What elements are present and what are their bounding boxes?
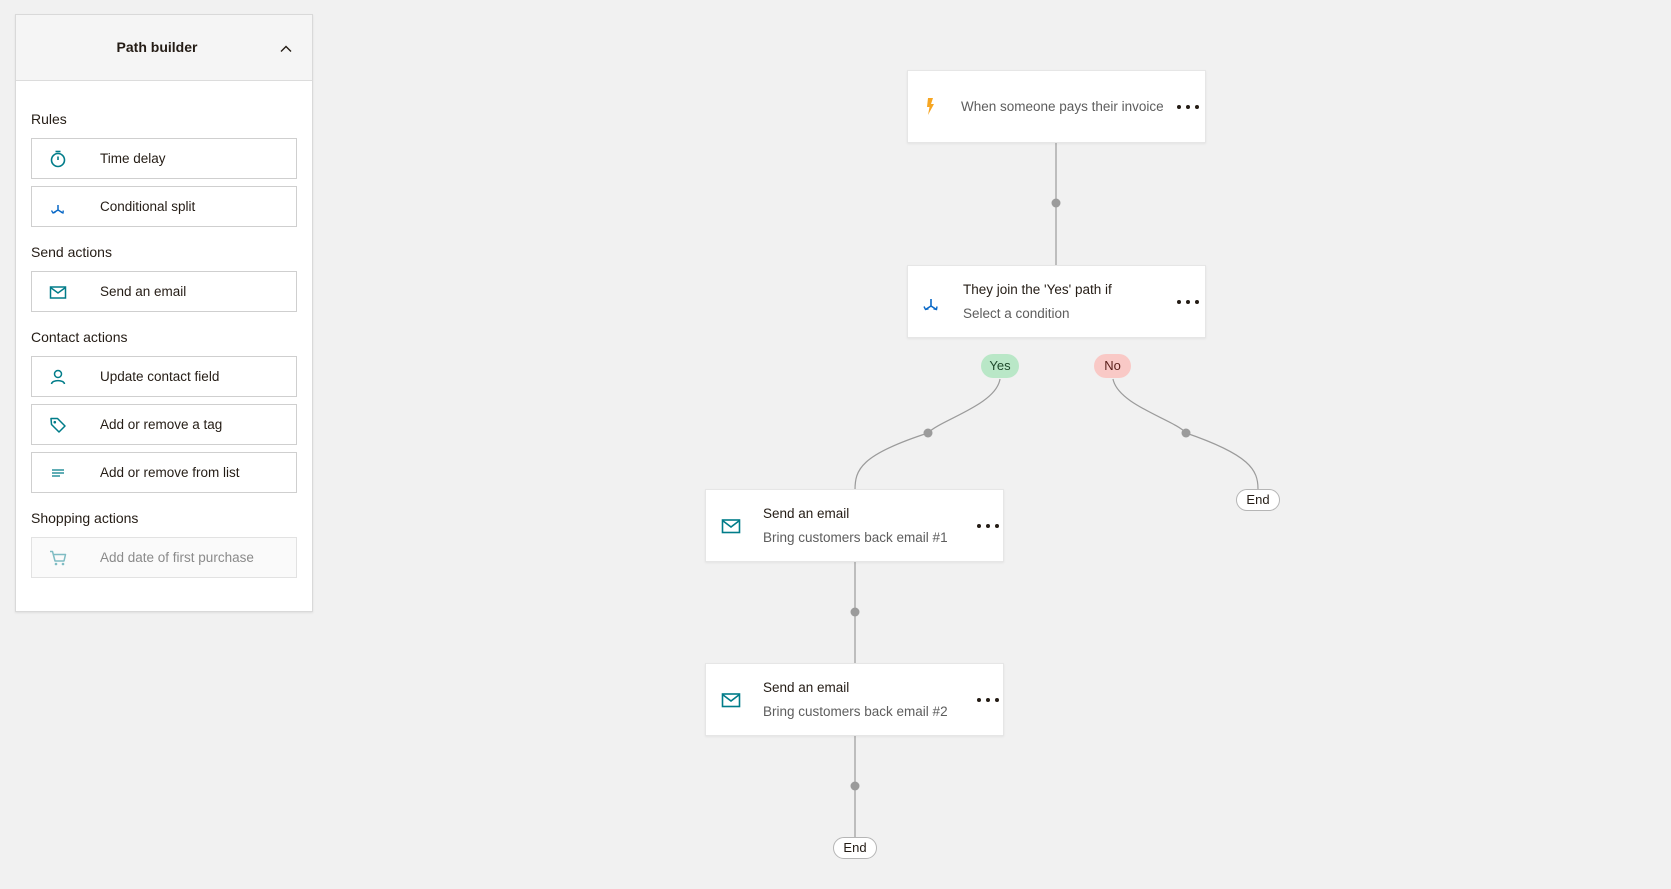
add-step-dot [1181, 428, 1191, 438]
more-options-icon[interactable] [977, 518, 999, 534]
add-step-dot [850, 607, 860, 617]
email-node-title: Send an email [763, 506, 850, 521]
flow-connectors [850, 143, 1259, 838]
envelope-icon [720, 515, 742, 537]
add-step-dot [850, 781, 860, 791]
lightning-icon [920, 95, 942, 117]
more-options-icon[interactable] [1177, 294, 1199, 310]
add-step-dot [1051, 198, 1061, 208]
email-node-title: Send an email [763, 680, 850, 695]
add-step-dot [923, 428, 933, 438]
envelope-icon [720, 689, 742, 711]
split-subtitle[interactable]: Select a condition [963, 306, 1070, 321]
more-options-icon[interactable] [1177, 99, 1199, 115]
more-options-icon[interactable] [977, 692, 999, 708]
flow-canvas: When someone pays their invoice They joi… [0, 0, 1671, 889]
end-badge-no-path: End [1236, 489, 1280, 511]
email-node-subtitle: Bring customers back email #1 [763, 530, 948, 545]
trigger-node[interactable]: When someone pays their invoice [907, 70, 1206, 143]
conditional-split-node[interactable]: They join the 'Yes' path if Select a con… [907, 265, 1206, 338]
trigger-label: When someone pays their invoice [961, 99, 1164, 114]
split-arrows-icon [920, 292, 942, 314]
send-email-node-1[interactable]: Send an email Bring customers back email… [705, 489, 1004, 562]
split-title: They join the 'Yes' path if [963, 282, 1112, 297]
yes-path-badge: Yes [981, 354, 1019, 378]
end-badge-yes-path: End [833, 837, 877, 859]
email-node-subtitle: Bring customers back email #2 [763, 704, 948, 719]
no-path-badge: No [1094, 354, 1131, 378]
send-email-node-2[interactable]: Send an email Bring customers back email… [705, 663, 1004, 736]
